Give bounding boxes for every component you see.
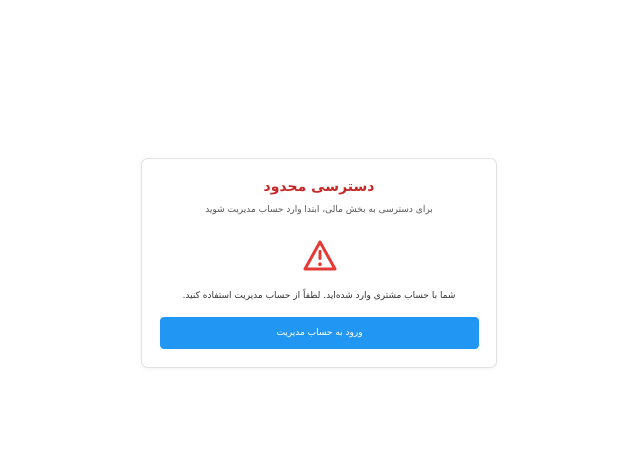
card-title: دسترسی محدود — [263, 179, 375, 195]
card-subtitle: برای دسترسی به بخش مالی، ابتدا وارد حساب… — [205, 205, 433, 215]
account-type-message: شما با حساب مشتری وارد شده‌اید. لطفاً از… — [182, 291, 456, 301]
page: دسترسی محدود برای دسترسی به بخش مالی، اب… — [0, 0, 629, 476]
warning-triangle-icon — [303, 240, 337, 271]
admin-login-button[interactable]: ورود به حساب مدیریت — [160, 317, 479, 349]
restricted-access-card: دسترسی محدود برای دسترسی به بخش مالی، اب… — [141, 158, 497, 368]
